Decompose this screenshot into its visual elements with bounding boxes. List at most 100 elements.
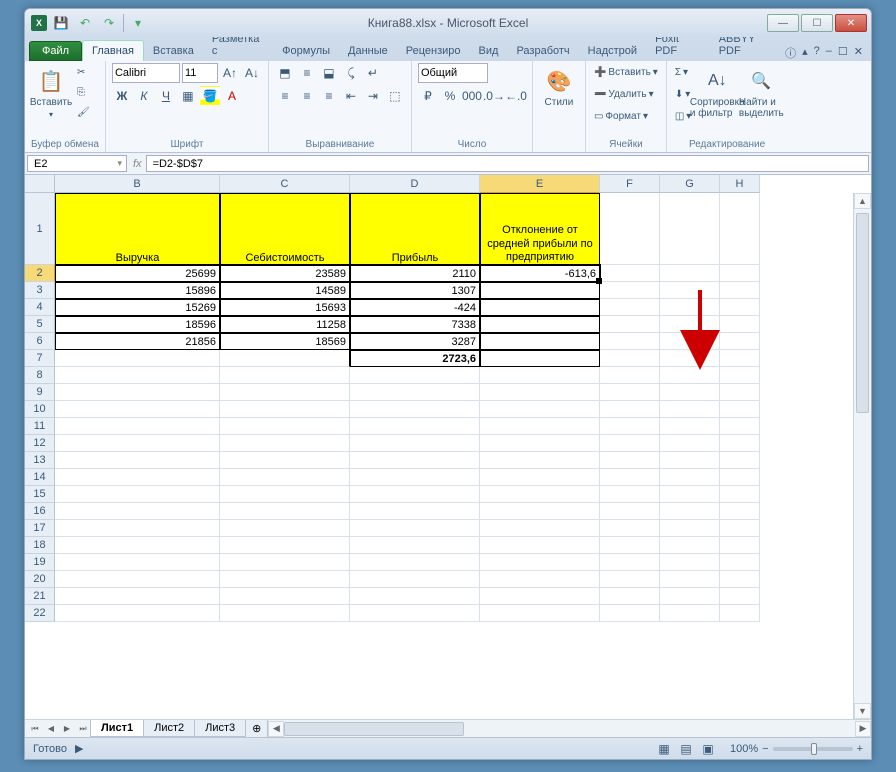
- sheet-tab-2[interactable]: Лист2: [143, 720, 195, 737]
- row-header-4[interactable]: 4: [25, 299, 55, 316]
- orient-icon[interactable]: ⤹: [341, 63, 361, 83]
- header-cell-B[interactable]: Выручка: [55, 193, 220, 265]
- cell-C3[interactable]: 14589: [220, 282, 350, 299]
- cell-D5[interactable]: 7338: [350, 316, 480, 333]
- row-header-22[interactable]: 22: [25, 605, 55, 622]
- maximize-button[interactable]: ☐: [801, 14, 833, 32]
- zoom-in-icon[interactable]: +: [857, 743, 863, 755]
- tab-view[interactable]: Вид: [470, 41, 508, 61]
- cell-E2[interactable]: -613,6: [480, 265, 600, 282]
- row-header-13[interactable]: 13: [25, 452, 55, 469]
- header-cell-D[interactable]: Прибыль: [350, 193, 480, 265]
- col-header-G[interactable]: G: [660, 175, 720, 193]
- sort-filter-button[interactable]: A↓ Сортировка и фильтр: [697, 63, 737, 119]
- row-header-5[interactable]: 5: [25, 316, 55, 333]
- tab-insert[interactable]: Вставка: [144, 41, 203, 61]
- cell-E3[interactable]: [480, 282, 600, 299]
- cell-E7[interactable]: [480, 350, 600, 367]
- row-header-2[interactable]: 2: [25, 265, 55, 282]
- row-header-19[interactable]: 19: [25, 554, 55, 571]
- col-header-H[interactable]: H: [720, 175, 760, 193]
- row-header-9[interactable]: 9: [25, 384, 55, 401]
- cell-C6[interactable]: 18569: [220, 333, 350, 350]
- bold-button[interactable]: Ж: [112, 86, 132, 106]
- comma-icon[interactable]: 000: [462, 86, 482, 106]
- sheet-tab-3[interactable]: Лист3: [194, 720, 246, 737]
- save-icon[interactable]: 💾: [51, 13, 71, 33]
- minimize-button[interactable]: —: [767, 14, 799, 32]
- zoom-out-icon[interactable]: −: [762, 743, 768, 755]
- cell-B6[interactable]: 21856: [55, 333, 220, 350]
- scroll-left-icon[interactable]: ◀: [268, 721, 284, 737]
- font-color-button[interactable]: A: [222, 86, 242, 106]
- row-header-17[interactable]: 17: [25, 520, 55, 537]
- row-header-12[interactable]: 12: [25, 435, 55, 452]
- cell-B3[interactable]: 15896: [55, 282, 220, 299]
- insert-cells-button[interactable]: ➕Вставить ▾: [592, 63, 660, 81]
- row-header-15[interactable]: 15: [25, 486, 55, 503]
- wrap-icon[interactable]: ↵: [363, 63, 383, 83]
- row-header-3[interactable]: 3: [25, 282, 55, 299]
- underline-button[interactable]: Ч: [156, 86, 176, 106]
- cell-C2[interactable]: 23589: [220, 265, 350, 282]
- redo-icon[interactable]: ↷: [99, 13, 119, 33]
- tab-addins[interactable]: Надстрой: [579, 41, 646, 61]
- help-icon[interactable]: ⓘ: [785, 45, 796, 61]
- normal-view-icon[interactable]: ▦: [654, 739, 674, 759]
- tab-data[interactable]: Данные: [339, 41, 397, 61]
- scroll-up-icon[interactable]: ▲: [854, 193, 871, 209]
- scroll-down-icon[interactable]: ▼: [854, 703, 871, 719]
- new-sheet-icon[interactable]: ⊕: [245, 720, 268, 738]
- macro-icon[interactable]: ▶: [75, 742, 83, 755]
- row-header-16[interactable]: 16: [25, 503, 55, 520]
- italic-button[interactable]: К: [134, 86, 154, 106]
- copy-button[interactable]: ⎘: [75, 83, 92, 101]
- scroll-right-icon[interactable]: ▶: [855, 721, 871, 737]
- header-cell-C[interactable]: Себистоимость: [220, 193, 350, 265]
- cell-D4[interactable]: -424: [350, 299, 480, 316]
- cell-D2[interactable]: 2110: [350, 265, 480, 282]
- delete-cells-button[interactable]: ➖Удалить ▾: [592, 85, 660, 103]
- cell-E5[interactable]: [480, 316, 600, 333]
- format-cells-button[interactable]: ▭Формат ▾: [592, 107, 660, 125]
- border-button[interactable]: ▦: [178, 86, 198, 106]
- fill-color-button[interactable]: 🪣: [200, 86, 220, 106]
- sheet-tab-1[interactable]: Лист1: [90, 720, 144, 737]
- row-header-8[interactable]: 8: [25, 367, 55, 384]
- cell-B2[interactable]: 25699: [55, 265, 220, 282]
- formula-input[interactable]: =D2-$D$7: [146, 155, 869, 172]
- close-button[interactable]: ✕: [835, 14, 867, 32]
- row-header-1[interactable]: 1: [25, 193, 55, 265]
- row-header-20[interactable]: 20: [25, 571, 55, 588]
- row-header-18[interactable]: 18: [25, 537, 55, 554]
- select-all-corner[interactable]: [25, 175, 55, 193]
- tab-nav-first-icon[interactable]: ⏮: [27, 721, 43, 737]
- align-mid-icon[interactable]: ≡: [297, 63, 317, 83]
- indent-dec-icon[interactable]: ⇤: [341, 86, 361, 106]
- find-select-button[interactable]: 🔍 Найти и выделить: [741, 63, 781, 119]
- tab-home[interactable]: Главная: [82, 40, 144, 61]
- font-size-select[interactable]: [182, 63, 218, 83]
- row-header-6[interactable]: 6: [25, 333, 55, 350]
- row-header-11[interactable]: 11: [25, 418, 55, 435]
- merge-icon[interactable]: ⬚: [385, 86, 405, 106]
- fx-icon[interactable]: fx: [133, 158, 142, 170]
- font-name-select[interactable]: [112, 63, 180, 83]
- percent-icon[interactable]: %: [440, 86, 460, 106]
- page-break-view-icon[interactable]: ▣: [698, 739, 718, 759]
- align-bot-icon[interactable]: ⬓: [319, 63, 339, 83]
- cell-C5[interactable]: 11258: [220, 316, 350, 333]
- header-cell-E[interactable]: Отклонение от средней прибыли по предпри…: [480, 193, 600, 265]
- align-center-icon[interactable]: ≡: [297, 86, 317, 106]
- zoom-slider[interactable]: [773, 747, 853, 751]
- shrink-font-icon[interactable]: A↓: [242, 63, 262, 83]
- styles-button[interactable]: 🎨 Стили: [539, 63, 579, 108]
- name-box[interactable]: E2: [27, 155, 127, 172]
- paste-button[interactable]: 📋 Вставить▾: [31, 63, 71, 119]
- cells-grid[interactable]: ВыручкаСебистоимостьПрибыльОтклонение от…: [55, 193, 853, 719]
- qat-more-icon[interactable]: ▾: [128, 13, 148, 33]
- help2-icon[interactable]: ?: [814, 45, 820, 61]
- zoom-level[interactable]: 100%: [730, 743, 758, 755]
- col-header-F[interactable]: F: [600, 175, 660, 193]
- tab-formulas[interactable]: Формулы: [273, 41, 339, 61]
